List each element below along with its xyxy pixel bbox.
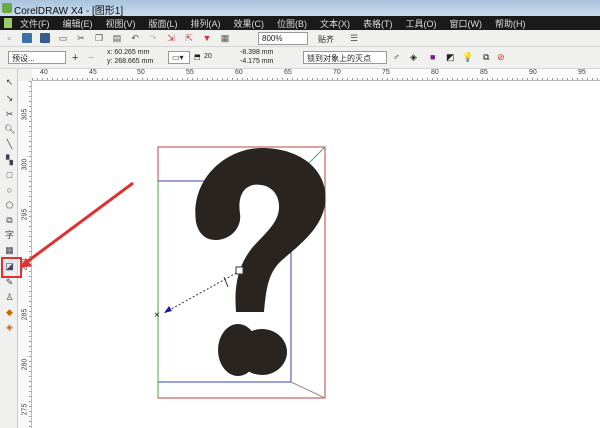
question-mark-shape[interactable] bbox=[195, 148, 326, 376]
vanishing-point-marker-icon[interactable]: × bbox=[154, 310, 160, 321]
vanishing-point-control[interactable]: × bbox=[154, 266, 244, 321]
highlight-annotation bbox=[1, 181, 134, 278]
drawing-canvas[interactable]: × bbox=[0, 0, 600, 428]
